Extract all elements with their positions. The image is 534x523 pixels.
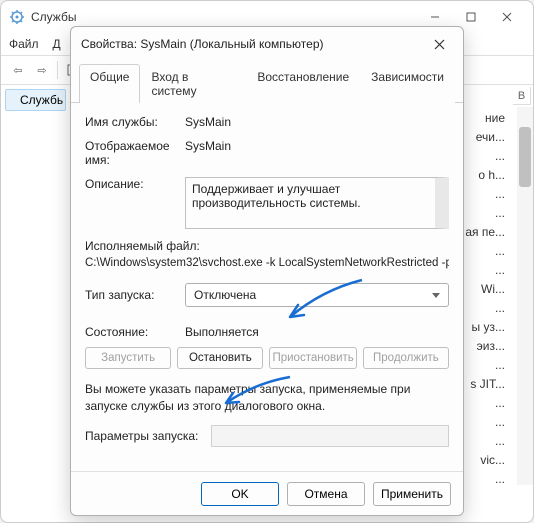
dialog-title: Свойства: SysMain (Локальный компьютер) (81, 37, 323, 51)
tab-logon[interactable]: Вход в систему (140, 64, 246, 103)
label-status: Состояние: (85, 325, 185, 339)
label-params: Параметры запуска: (85, 429, 205, 443)
list-item[interactable]: ая пе... (465, 225, 505, 239)
value-display-name: SysMain (185, 139, 449, 167)
properties-dialog: Свойства: SysMain (Локальный компьютер) … (70, 26, 464, 516)
label-executable: Исполняемый файл: (85, 239, 449, 253)
list-item[interactable]: ... (495, 434, 505, 448)
back-button[interactable]: ⇦ (7, 59, 29, 81)
list-item[interactable]: эиз... (477, 339, 505, 353)
list-item[interactable]: ние (485, 111, 505, 125)
resume-button[interactable]: Продолжить (363, 347, 449, 369)
params-hint: Вы можете указать параметры запуска, при… (85, 381, 449, 415)
startup-type-value: Отключена (194, 288, 256, 302)
dialog-titlebar: Свойства: SysMain (Локальный компьютер) (71, 27, 463, 61)
label-service-name: Имя службы: (85, 115, 185, 129)
apply-button[interactable]: Применить (373, 482, 451, 506)
label-startup-type: Тип запуска: (85, 288, 185, 302)
forward-button[interactable]: ⇨ (31, 59, 53, 81)
dialog-body: Имя службы: SysMain Отображаемое имя: Sy… (71, 103, 463, 459)
tab-recovery[interactable]: Восстановление (246, 64, 360, 103)
close-button[interactable] (489, 3, 525, 31)
list-item[interactable]: ... (495, 149, 505, 163)
list-item[interactable]: ечи... (476, 130, 505, 144)
params-input (211, 425, 449, 447)
startup-type-dropdown[interactable]: Отключена (185, 283, 449, 307)
value-executable-path: C:\Windows\system32\svchost.exe -k Local… (85, 257, 449, 269)
vertical-scrollbar[interactable] (517, 107, 533, 485)
scrollbar-thumb[interactable] (519, 127, 531, 187)
dialog-footer: OK Отмена Применить (71, 471, 463, 515)
value-service-name: SysMain (185, 115, 449, 129)
sidebar-item-services[interactable]: Службь (5, 89, 66, 111)
value-status: Выполняется (185, 325, 259, 339)
menu-file[interactable]: Файл (9, 37, 39, 51)
stop-button[interactable]: Остановить (177, 347, 263, 369)
description-textbox[interactable]: Поддерживает и улучшает производительнос… (185, 177, 449, 229)
list-item[interactable]: Wi... (481, 282, 505, 296)
tab-dependencies[interactable]: Зависимости (360, 64, 455, 103)
list-item[interactable]: ... (495, 358, 505, 372)
label-display-name: Отображаемое имя: (85, 139, 185, 167)
dialog-close-button[interactable] (425, 32, 453, 56)
list-item[interactable]: vic... (480, 453, 505, 467)
sidebar-item-label: Службь (20, 93, 63, 107)
list-item[interactable]: ... (495, 472, 505, 485)
tab-general[interactable]: Общие (79, 64, 140, 103)
start-button[interactable]: Запустить (85, 347, 171, 369)
list-item[interactable]: ... (495, 187, 505, 201)
list-item[interactable]: ... (495, 244, 505, 258)
list-item[interactable]: ... (495, 396, 505, 410)
pause-button[interactable]: Приостановить (269, 347, 356, 369)
menu-action[interactable]: Д (53, 37, 61, 51)
column-header[interactable]: В (513, 87, 531, 105)
main-window-title: Службы (31, 10, 76, 24)
list-item[interactable]: ... (495, 206, 505, 220)
services-gear-icon (9, 9, 25, 25)
list-item[interactable]: ... (495, 301, 505, 315)
list-item[interactable]: ... (495, 263, 505, 277)
label-description: Описание: (85, 177, 185, 229)
list-item[interactable]: ... (495, 415, 505, 429)
sidebar: Службь (1, 85, 71, 485)
ok-button[interactable]: OK (201, 482, 279, 506)
cancel-button[interactable]: Отмена (287, 482, 365, 506)
list-item[interactable]: o h... (478, 168, 505, 182)
list-item[interactable]: ы уз... (472, 320, 505, 334)
separator (57, 61, 58, 79)
list-item[interactable]: s JIT... (470, 377, 505, 391)
dialog-tabs: Общие Вход в систему Восстановление Зави… (71, 63, 463, 103)
